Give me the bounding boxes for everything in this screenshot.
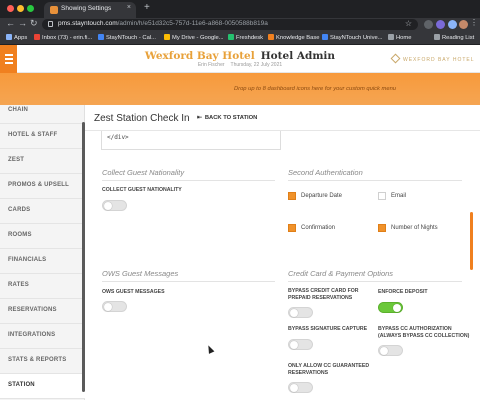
sidebar-item-reservations[interactable]: RESERVATIONS: [0, 299, 85, 324]
admin-sidebar: CHAIN HOTEL & STAFF ZEST PROMOS & UPSELL…: [0, 105, 85, 400]
bypass-cc-prepaid-toggle[interactable]: [288, 307, 313, 318]
sidebar-item-stats-reports[interactable]: STATS & REPORTS: [0, 349, 85, 374]
enforce-deposit-label: ENFORCE DEPOSIT: [378, 289, 428, 295]
current-date: Thursday, 22 July 2021: [230, 62, 283, 68]
section-divider: [102, 180, 275, 181]
bookmark-item[interactable]: Inbox (73) - erin.fi...: [34, 34, 92, 41]
bookmark-item[interactable]: Knowledge Base: [268, 34, 320, 41]
page-header: Zest Station Check In ⇤ BACK TO STATION: [85, 105, 480, 131]
enforce-deposit-toggle[interactable]: [378, 302, 403, 313]
bookmark-item[interactable]: Freshdesk: [228, 34, 263, 41]
tab-favicon-icon: [50, 6, 58, 14]
new-tab-button[interactable]: +: [144, 2, 150, 13]
sidebar-item-hotel-staff[interactable]: HOTEL & STAFF: [0, 124, 85, 149]
main-content: </div> Zest Station Check In ⇤ BACK TO ST…: [85, 105, 480, 400]
section-title-cc-payment: Credit Card & Payment Options: [288, 269, 394, 278]
reading-list-icon: [434, 34, 440, 40]
extension-icon[interactable]: [424, 20, 433, 29]
university-icon: [322, 34, 328, 40]
user-name: Erin Fischer: [197, 62, 225, 68]
minimize-window-button[interactable]: [17, 5, 24, 12]
profile-avatar[interactable]: [459, 20, 468, 29]
address-bar: ← → ↻ pms.stayntouch.com/admin/h/e51d32c…: [0, 18, 480, 31]
bypass-cc-auth-label: BYPASS CC AUTHORIZATION (ALWAYS BYPASS C…: [378, 326, 470, 339]
drive-icon: [164, 34, 170, 40]
dropzone-hint: Drop up to 8 dashboard icons here for yo…: [233, 86, 397, 92]
bookmark-item[interactable]: My Drive - Google...: [164, 34, 224, 41]
code-snippet: </div>: [107, 134, 129, 141]
bypass-cc-auth-toggle[interactable]: [378, 345, 403, 356]
only-cc-guaranteed-toggle[interactable]: [288, 382, 313, 393]
hotel-logo: WEXFORD BAY HOTEL: [390, 53, 475, 64]
reload-icon[interactable]: ↻: [30, 18, 38, 29]
close-window-button[interactable]: [7, 5, 14, 12]
sidebar-item-integrations[interactable]: INTEGRATIONS: [0, 324, 85, 349]
reading-list-button[interactable]: Reading List: [434, 34, 474, 41]
content-scrollbar[interactable]: [470, 212, 473, 270]
admin-title: Hotel Admin: [260, 50, 336, 62]
section-title-second-auth: Second Authentication: [288, 168, 363, 177]
knowledge-base-icon: [268, 34, 274, 40]
calendar-icon: [98, 34, 104, 40]
bypass-signature-toggle[interactable]: [288, 339, 313, 350]
section-divider: [288, 180, 462, 181]
sidebar-item-station[interactable]: STATION: [0, 374, 85, 399]
hotel-name: Wexford Bay Hotel: [144, 50, 255, 62]
checkbox[interactable]: [288, 192, 296, 200]
browser-tab-bar: Showing Settings × +: [0, 0, 480, 18]
sidebar-item-zest[interactable]: ZEST: [0, 149, 85, 174]
bypass-cc-prepaid-label: BYPASS CREDIT CARD FOR PREPAID RESERVATI…: [288, 288, 359, 301]
sidebar-item-cards[interactable]: CARDS: [0, 199, 85, 224]
ows-messages-toggle[interactable]: [102, 301, 127, 312]
freshdesk-icon: [228, 34, 234, 40]
back-arrow-icon: ⇤: [197, 115, 202, 121]
browser-menu-icon[interactable]: ⋮: [470, 18, 478, 27]
settings-page-title: Zest Station Check In: [94, 113, 190, 124]
tab-title: Showing Settings: [61, 5, 112, 12]
section-divider: [288, 281, 462, 282]
bookmark-item[interactable]: StayNTouch - Cal...: [98, 34, 156, 41]
bookmark-item[interactable]: StayNTouch Unive...: [322, 34, 383, 41]
url-text: pms.stayntouch.com/admin/h/e51d32c5-757d…: [58, 20, 268, 27]
puzzle-icon[interactable]: [448, 20, 457, 29]
only-cc-guaranteed-label: ONLY ALLOW CC GUARANTEED RESERVATIONS: [288, 363, 370, 376]
extension-icon[interactable]: [436, 20, 445, 29]
bypass-signature-label: BYPASS SIGNATURE CAPTURE: [288, 326, 368, 332]
maximize-window-button[interactable]: [27, 5, 34, 12]
lock-icon: [48, 21, 53, 27]
checkbox[interactable]: [378, 224, 386, 232]
browser-tab[interactable]: Showing Settings ×: [44, 2, 136, 18]
app-header: Wexford Bay Hotel Hotel Admin Erin Fische…: [0, 45, 480, 73]
back-to-station-link[interactable]: ⇤ BACK TO STATION: [197, 115, 257, 121]
section-title-ows: OWS Guest Messages: [102, 269, 179, 278]
sidebar-item-rooms[interactable]: ROOMS: [0, 224, 85, 249]
tab-close-icon[interactable]: ×: [127, 4, 131, 11]
sidebar-item-promos-upsell[interactable]: PROMOS & UPSELL: [0, 174, 85, 199]
back-arrow-icon[interactable]: ←: [6, 18, 15, 28]
collect-nationality-label: COLLECT GUEST NATIONALITY: [102, 187, 182, 193]
bookmark-item[interactable]: Apps: [6, 34, 27, 41]
gmail-icon: [34, 34, 40, 40]
ows-messages-label: OWS GUEST MESSAGES: [102, 289, 165, 295]
section-divider: [102, 281, 275, 282]
forward-arrow-icon[interactable]: →: [18, 18, 27, 28]
collect-nationality-toggle[interactable]: [102, 200, 127, 211]
url-input[interactable]: pms.stayntouch.com/admin/h/e51d32c5-757d…: [42, 19, 418, 30]
section-title-nationality: Collect Guest Nationality: [102, 168, 185, 177]
sidebar-item-rates[interactable]: RATES: [0, 274, 85, 299]
logo-diamond-icon: [390, 53, 401, 64]
checkbox[interactable]: [378, 192, 386, 200]
home-icon: [388, 34, 394, 40]
bookmark-item[interactable]: Home: [388, 34, 411, 41]
sidebar-item-financials[interactable]: FINANCIALS: [0, 249, 85, 274]
checkbox[interactable]: [288, 224, 296, 232]
bookmark-star-icon[interactable]: ☆: [405, 19, 412, 28]
apps-grid-icon: [6, 34, 12, 40]
bookmarks-bar: Apps Inbox (73) - erin.fi... StayNTouch …: [0, 31, 480, 45]
sidebar-item-chain[interactable]: CHAIN: [0, 99, 85, 124]
